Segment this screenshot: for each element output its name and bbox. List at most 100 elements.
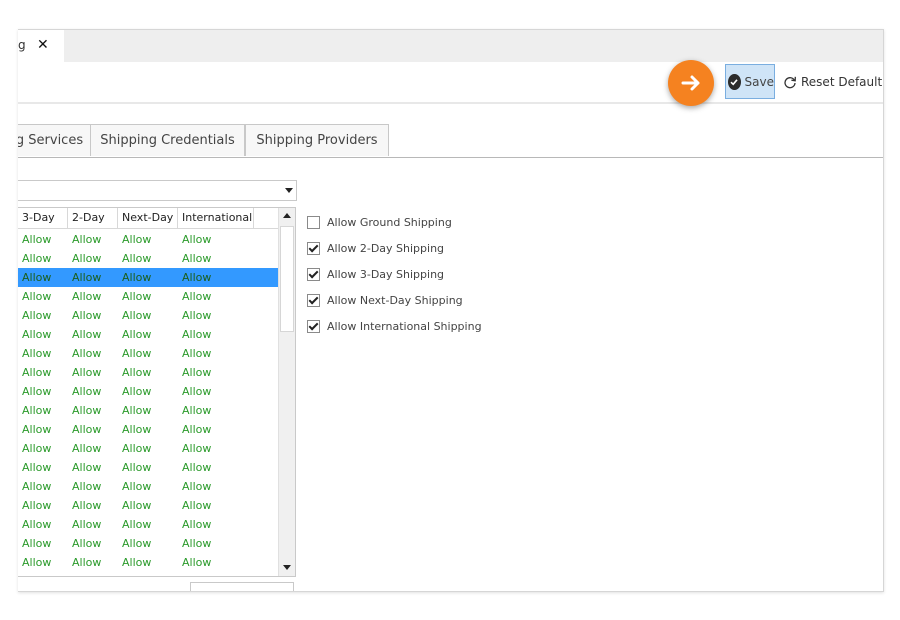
option-checkbox-row[interactable]: Allow Ground Shipping [307,209,482,235]
grid-cell: Allow [122,461,152,474]
grid-cell: Allow [22,404,52,417]
save-button[interactable]: Save [725,64,775,99]
grid-cell: Allow [72,556,102,569]
grid-cell: Allow [122,442,152,455]
document-tab[interactable]: g ✕ [18,30,64,62]
scroll-thumb[interactable] [280,226,294,332]
checkbox[interactable] [307,293,320,307]
grid-cell: Allow [182,423,212,436]
grid-cell: Allow [182,271,212,284]
grid-cell: Allow [72,366,102,379]
document-tab-title: g [18,38,26,52]
grid-cell: Allow [182,518,212,531]
grid-cell: Allow [72,499,102,512]
column-header-2-day[interactable]: 2-Day [68,208,118,228]
checkbox-label: Allow 3-Day Shipping [327,267,445,281]
grid-footer-control[interactable] [190,582,294,591]
table-row[interactable]: Allow Allow Allow Allow [18,363,278,382]
table-row[interactable]: Allow Allow Allow Allow [18,458,278,477]
scroll-up-icon[interactable] [279,208,295,225]
grid-cell: Allow [182,480,212,493]
grid-cell: Allow [122,404,152,417]
grid-cell: Allow [122,423,152,436]
checkbox[interactable] [307,215,320,229]
grid-cell: Allow [122,271,152,284]
grid-cell: Allow [182,347,212,360]
grid-cell: Allow [22,556,52,569]
grid-cell: Allow [182,309,212,322]
grid-cell: Allow [72,385,102,398]
grid-cell: Allow [22,537,52,550]
column-header-3-day[interactable]: 3-Day [18,208,68,228]
grid-cell: Allow [72,480,102,493]
grid-cell: Allow [182,461,212,474]
table-row[interactable]: Allow Allow Allow Allow [18,249,278,268]
grid-cell: Allow [122,385,152,398]
table-row[interactable]: Allow Allow Allow Allow [18,268,278,287]
grid-cell: Allow [122,328,152,341]
table-row[interactable]: Allow Allow Allow Allow [18,496,278,515]
grid-cell: Allow [72,347,102,360]
checkbox[interactable] [307,241,320,255]
checkbox[interactable] [307,319,320,333]
table-row[interactable]: Allow Allow Allow Allow [18,515,278,534]
grid-cell: Allow [122,556,152,569]
table-row[interactable]: Allow Allow Allow Allow [18,382,278,401]
filter-dropdown[interactable] [18,180,297,201]
grid-cell: Allow [122,309,152,322]
table-row[interactable]: Allow Allow Allow Allow [18,287,278,306]
close-icon[interactable]: ✕ [37,37,49,53]
grid-cell: Allow [182,385,212,398]
tab-label: g Services [18,133,84,148]
grid-cell: Allow [22,385,52,398]
table-row[interactable]: Allow Allow Allow Allow [18,534,278,553]
grid-cell: Allow [122,233,152,246]
option-checkbox-row[interactable]: Allow 3-Day Shipping [307,261,482,287]
table-row[interactable]: Allow Allow Allow Allow [18,344,278,363]
grid-cell: Allow [72,309,102,322]
tab-shipping-providers[interactable]: Shipping Providers [245,124,389,156]
tab-label: Shipping Credentials [100,133,235,148]
table-row[interactable]: Allow Allow Allow Allow [18,439,278,458]
grid-header: 3-Day 2-Day Next-Day International [18,208,278,229]
table-row[interactable]: Allow Allow Allow Allow [18,306,278,325]
table-row[interactable]: Allow Allow Allow Allow [18,230,278,249]
app-window: g ✕ Save Reset Default g Services Shippi… [18,29,884,592]
grid-cell: Allow [182,252,212,265]
reset-label: Reset Default [801,75,883,89]
check-circle-icon [728,73,741,90]
refresh-icon [784,76,796,89]
option-checkbox-row[interactable]: Allow Next-Day Shipping [307,287,482,313]
grid-cell: Allow [22,347,52,360]
grid-cell: Allow [22,309,52,322]
table-row[interactable]: Allow Allow Allow Allow [18,420,278,439]
table-row[interactable]: Allow Allow Allow Allow [18,477,278,496]
checkbox-label: Allow Ground Shipping [327,215,452,229]
tab-shipping-credentials[interactable]: Shipping Credentials [90,124,245,156]
grid-cell: Allow [22,480,52,493]
grid-cell: Allow [72,423,102,436]
scroll-down-icon[interactable] [279,559,295,576]
vertical-scrollbar[interactable] [278,208,295,576]
grid-cell: Allow [72,271,102,284]
option-checkbox-row[interactable]: Allow International Shipping [307,313,482,339]
checkbox[interactable] [307,267,320,281]
reset-default-button[interactable]: Reset Default [783,72,882,92]
option-checkbox-row[interactable]: Allow 2-Day Shipping [307,235,482,261]
grid-cell: Allow [22,366,52,379]
chevron-down-icon [285,188,293,193]
tab-label: Shipping Providers [256,133,378,148]
grid-cell: Allow [122,480,152,493]
column-header-international[interactable]: International [178,208,254,228]
grid-cell: Allow [72,404,102,417]
table-row[interactable]: Allow Allow Allow Allow [18,401,278,420]
grid-cell: Allow [72,442,102,455]
table-row[interactable]: Allow Allow Allow Allow [18,325,278,344]
grid-cell: Allow [22,271,52,284]
column-header-next-day[interactable]: Next-Day [118,208,178,228]
grid-cell: Allow [182,366,212,379]
checkbox-label: Allow International Shipping [327,319,482,333]
grid-cell: Allow [72,537,102,550]
tab-shipping-services[interactable]: g Services [18,124,91,156]
table-row[interactable]: Allow Allow Allow Allow [18,553,278,572]
